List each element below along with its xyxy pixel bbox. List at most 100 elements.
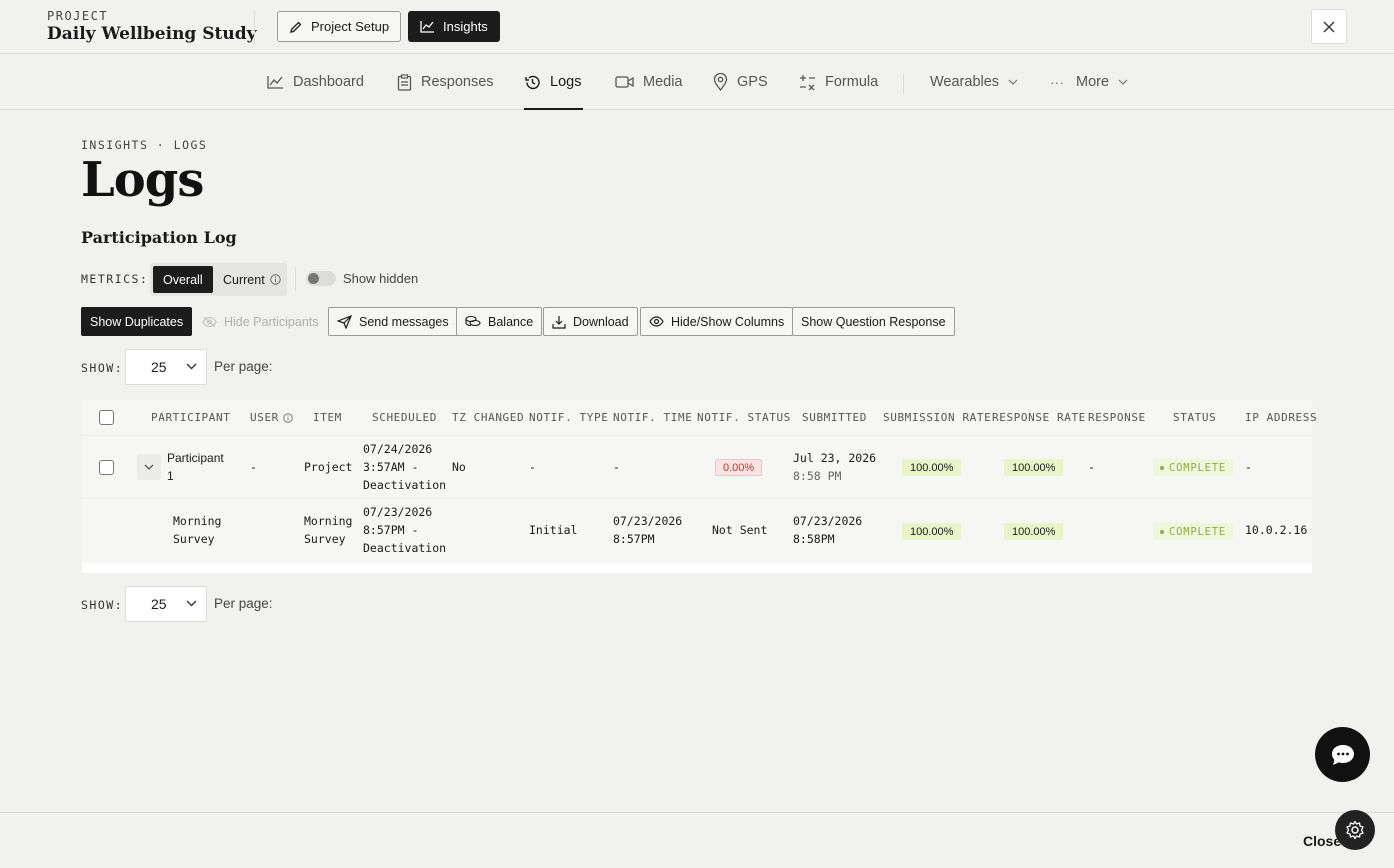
notif-time-cell: 07/23/2026 8:57PM bbox=[613, 512, 682, 548]
col-user-label: USER bbox=[250, 411, 279, 424]
divider bbox=[295, 267, 296, 291]
tab-gps-label: GPS bbox=[737, 74, 768, 90]
table-row[interactable]: Participant 1 - Project 07/24/2026 3:57A… bbox=[82, 436, 1312, 499]
metrics-segmented-control: Overall Current bbox=[150, 263, 287, 296]
notif-time-time: 8:57PM bbox=[613, 532, 655, 546]
send-messages-label: Send messages bbox=[359, 314, 449, 329]
settings-button[interactable] bbox=[1335, 810, 1375, 850]
table-header: PARTICIPANT USER ITEM SCHEDULED TZ CHANG… bbox=[82, 400, 1317, 436]
row-checkbox[interactable] bbox=[99, 460, 114, 475]
col-user[interactable]: USER bbox=[250, 411, 293, 424]
user-cell: - bbox=[250, 460, 257, 474]
tab-formula[interactable]: Formula bbox=[799, 54, 878, 110]
col-submitted[interactable]: SUBMITTED bbox=[802, 411, 867, 424]
map-pin-icon bbox=[713, 73, 728, 91]
tab-responses[interactable]: Responses bbox=[397, 54, 494, 110]
project-setup-label: Project Setup bbox=[311, 19, 390, 34]
tab-media-label: Media bbox=[643, 74, 683, 90]
gear-icon bbox=[1346, 820, 1364, 840]
col-response-rate[interactable]: RESPONSE RATE bbox=[992, 411, 1086, 424]
per-page-label-bottom: Per page: bbox=[214, 596, 273, 611]
scheduled-time: 8:57PM - bbox=[363, 523, 419, 537]
metrics-overall-option[interactable]: Overall bbox=[153, 266, 213, 293]
project-name: Daily Wellbeing Study bbox=[47, 24, 257, 44]
tab-wearables[interactable]: Wearables bbox=[930, 54, 1018, 110]
metrics-current-label: Current bbox=[223, 272, 265, 287]
per-page-select[interactable]: 25 bbox=[125, 349, 207, 385]
participant-cell[interactable]: Participant 1 bbox=[167, 449, 224, 485]
coins-icon bbox=[465, 315, 481, 327]
video-camera-icon bbox=[615, 76, 634, 88]
scheduled-type: Deactivation bbox=[363, 478, 447, 492]
col-notif-status[interactable]: NOTIF. STATUS bbox=[697, 411, 791, 424]
section-title: Participation Log bbox=[81, 228, 237, 247]
submission-rate-badge: 100.00% bbox=[902, 523, 962, 540]
survey-name-l2: Survey bbox=[173, 532, 215, 546]
hide-show-columns-button[interactable]: Hide/Show Columns bbox=[640, 307, 794, 336]
tab-logs[interactable]: Logs bbox=[524, 54, 583, 110]
show-hidden-toggle[interactable] bbox=[306, 271, 336, 286]
submitted-date: Jul 23, 2026 bbox=[793, 451, 877, 465]
pencil-icon bbox=[290, 21, 302, 33]
insights-label: Insights bbox=[443, 19, 488, 34]
submitted-time: 8:58 PM bbox=[793, 469, 842, 483]
notif-type-cell: - bbox=[529, 460, 536, 474]
chevron-down-icon bbox=[186, 600, 197, 607]
col-notif-type[interactable]: NOTIF. TYPE bbox=[529, 411, 608, 424]
survey-name-cell: Morning Survey bbox=[173, 512, 221, 548]
tab-more[interactable]: ··· More bbox=[1050, 54, 1128, 110]
scheduled-type: Deactivation bbox=[363, 541, 447, 555]
download-button[interactable]: Download bbox=[543, 307, 638, 336]
breadcrumb: INSIGHTS · LOGS bbox=[81, 138, 208, 152]
col-participant[interactable]: PARTICIPANT bbox=[151, 411, 230, 424]
submission-rate-badge: 100.00% bbox=[902, 459, 962, 476]
per-page-select-bottom[interactable]: 25 bbox=[125, 586, 207, 622]
tab-media[interactable]: Media bbox=[615, 54, 683, 110]
response-rate-badge: 100.00% bbox=[1004, 459, 1064, 476]
col-status[interactable]: STATUS bbox=[1173, 411, 1216, 424]
col-notif-time[interactable]: NOTIF. TIME bbox=[613, 411, 692, 424]
hide-participants-button[interactable]: Hide Participants bbox=[193, 307, 328, 336]
survey-name-l1: Morning bbox=[173, 514, 222, 528]
col-tz-changed[interactable]: TZ CHANGED bbox=[452, 411, 524, 424]
close-icon[interactable] bbox=[1311, 9, 1347, 44]
table-sub-row[interactable]: Morning Survey Morning Survey 07/23/2026… bbox=[82, 500, 1312, 563]
col-response[interactable]: RESPONSE bbox=[1088, 411, 1146, 424]
tz-changed-cell: No bbox=[452, 460, 466, 474]
per-page-value: 25 bbox=[151, 596, 167, 612]
balance-button[interactable]: Balance bbox=[456, 307, 543, 336]
show-duplicates-button[interactable]: Show Duplicates bbox=[81, 307, 193, 336]
response-cell: - bbox=[1088, 460, 1095, 474]
col-item[interactable]: ITEM bbox=[313, 411, 342, 424]
tab-wearables-label: Wearables bbox=[930, 74, 1000, 90]
col-submission-rate[interactable]: SUBMISSION RATE bbox=[883, 411, 991, 424]
balance-label: Balance bbox=[488, 314, 534, 329]
download-label: Download bbox=[573, 314, 629, 329]
status-badge: COMPLETE bbox=[1153, 523, 1233, 540]
item-l1: Morning bbox=[304, 514, 353, 528]
submitted-date: 07/23/2026 bbox=[793, 514, 863, 528]
expand-row-button[interactable] bbox=[137, 454, 161, 480]
submitted-cell: 07/23/2026 8:58PM bbox=[793, 512, 862, 548]
chat-button[interactable] bbox=[1315, 727, 1370, 782]
col-ip-address[interactable]: IP ADDRESS bbox=[1245, 411, 1317, 424]
send-messages-button[interactable]: Send messages bbox=[328, 307, 458, 336]
submitted-time: 8:58PM bbox=[793, 532, 835, 546]
response-rate-badge: 100.00% bbox=[1004, 523, 1064, 540]
tab-dashboard[interactable]: Dashboard bbox=[267, 54, 364, 110]
info-icon bbox=[269, 274, 281, 285]
show-duplicates-label: Show Duplicates bbox=[90, 314, 184, 329]
per-page-label: Per page: bbox=[214, 359, 273, 374]
chart-line-icon bbox=[267, 76, 283, 89]
col-scheduled[interactable]: SCHEDULED bbox=[372, 411, 437, 424]
hide-show-columns-label: Hide/Show Columns bbox=[671, 314, 785, 329]
tab-gps[interactable]: GPS bbox=[713, 54, 768, 110]
metrics-current-option[interactable]: Current bbox=[213, 266, 291, 293]
select-all-checkbox[interactable] bbox=[99, 410, 114, 425]
clipboard-icon bbox=[397, 73, 412, 91]
insights-nav: Dashboard Responses Logs Media GPS Formu… bbox=[0, 54, 1394, 110]
project-setup-button[interactable]: Project Setup bbox=[277, 11, 402, 42]
more-dots-icon: ··· bbox=[1050, 74, 1064, 90]
insights-button[interactable]: Insights bbox=[408, 11, 500, 42]
show-question-response-button[interactable]: Show Question Response bbox=[792, 307, 955, 336]
